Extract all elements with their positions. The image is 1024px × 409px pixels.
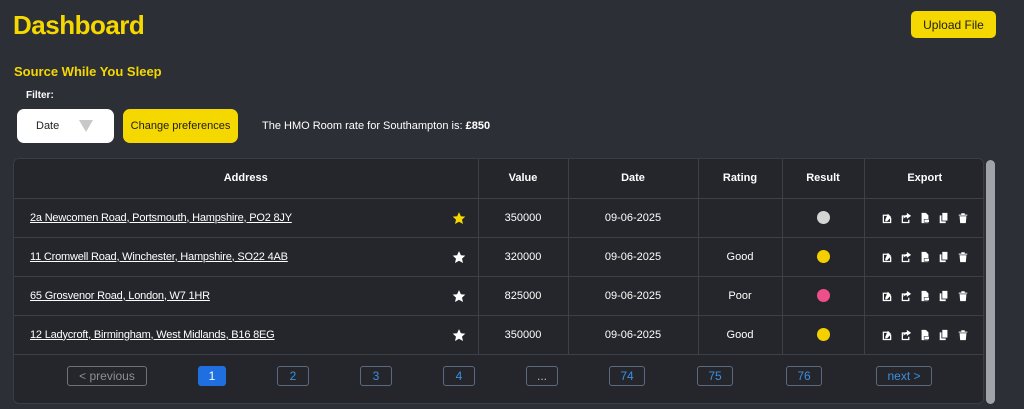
column-header-value: Value [478,159,569,199]
value-cell: 320000 [478,237,569,277]
page-button-1[interactable]: 1 [198,366,226,386]
share-icon[interactable] [900,212,912,224]
export-actions [865,212,984,224]
star-icon[interactable] [452,289,466,303]
export-cell [864,198,984,238]
column-header-date: Date [568,159,699,199]
page-button-76[interactable]: 76 [786,366,822,386]
trash-icon[interactable] [957,251,969,263]
properties-table-container: Address Value Date Rating Result Export … [13,158,984,404]
date-cell: 09-06-2025 [568,198,699,238]
hmo-rate-prefix: The HMO Room rate for Southampton is: [262,120,466,132]
value-cell: 825000 [478,276,569,316]
address-link[interactable]: 12 Ladycroft, Birmingham, West Midlands,… [30,329,275,341]
address-cell: 12 Ladycroft, Birmingham, West Midlands,… [14,315,479,355]
pdf-icon[interactable] [919,290,931,302]
section-title: Source While You Sleep [14,64,162,79]
table-header-row: Address Value Date Rating Result Export [14,159,983,199]
edit-icon[interactable] [881,212,893,224]
hmo-rate-text: The HMO Room rate for Southampton is: £8… [262,120,490,132]
date-cell: 09-06-2025 [568,237,699,277]
rating-cell [698,198,783,238]
address-link[interactable]: 11 Cromwell Road, Winchester, Hampshire,… [30,251,288,263]
trash-icon[interactable] [957,329,969,341]
result-indicator [816,328,830,341]
address-link[interactable]: 2a Newcomen Road, Portsmouth, Hampshire,… [30,212,292,224]
column-header-address: Address [14,159,479,199]
export-actions [865,251,984,263]
copy-icon[interactable] [938,251,950,263]
page-button-74[interactable]: 74 [609,366,645,386]
table-row: 11 Cromwell Road, Winchester, Hampshire,… [14,237,984,277]
rating-cell: Good [698,237,783,277]
hmo-rate-value: £850 [465,120,491,132]
filter-label: Filter: [26,90,54,101]
result-cell [782,276,865,316]
value-cell: 350000 [478,198,569,238]
column-header-rating: Rating [698,159,783,199]
export-cell [864,315,984,355]
trash-icon[interactable] [957,212,969,224]
previous-page-button[interactable]: < previous [67,366,147,386]
share-icon[interactable] [900,251,912,263]
star-icon[interactable] [452,328,466,342]
edit-icon[interactable] [881,329,893,341]
filter-selected-value: Date [36,120,60,132]
copy-icon[interactable] [938,290,950,302]
upload-file-button[interactable]: Upload File [911,11,996,38]
star-icon[interactable] [452,250,466,264]
address-cell: 2a Newcomen Road, Portsmouth, Hampshire,… [14,198,479,238]
column-header-result: Result [782,159,865,199]
result-cell [782,315,865,355]
table-row: 12 Ladycroft, Birmingham, West Midlands,… [14,315,984,355]
share-icon[interactable] [900,329,912,341]
rating-cell: Good [698,315,783,355]
edit-icon[interactable] [881,251,893,263]
rating-cell: Poor [698,276,783,316]
date-cell: 09-06-2025 [568,276,699,316]
export-cell [864,237,984,277]
star-filled-icon[interactable] [452,211,466,225]
result-cell [782,198,865,238]
edit-icon[interactable] [881,290,893,302]
page-button-75[interactable]: 75 [697,366,733,386]
pdf-icon[interactable] [919,329,931,341]
page-button-3[interactable]: 3 [360,366,392,386]
copy-icon[interactable] [938,212,950,224]
next-page-button[interactable]: next > [876,366,932,386]
pagination: < previous 1 2 3 4 ... 74 75 76 next > [14,355,983,395]
address-link[interactable]: 65 Grosvenor Road, London, W7 1HR [30,290,210,302]
properties-table: Address Value Date Rating Result Export … [14,159,984,355]
result-indicator [816,289,830,302]
export-actions [865,329,984,341]
chevron-down-icon [79,120,93,132]
change-preferences-button[interactable]: Change preferences [123,109,238,143]
share-icon[interactable] [900,290,912,302]
export-cell [864,276,984,316]
page-ellipsis[interactable]: ... [526,366,558,386]
export-actions [865,290,984,302]
result-cell [782,237,865,277]
pdf-icon[interactable] [919,251,931,263]
result-indicator [816,250,830,263]
address-cell: 65 Grosvenor Road, London, W7 1HR [14,276,479,316]
result-indicator [816,211,830,224]
value-cell: 350000 [478,315,569,355]
page-button-4[interactable]: 4 [443,366,475,386]
trash-icon[interactable] [957,290,969,302]
table-row: 2a Newcomen Road, Portsmouth, Hampshire,… [14,198,984,238]
vertical-scrollbar[interactable] [986,160,995,404]
pdf-icon[interactable] [919,212,931,224]
column-header-export: Export [864,159,983,199]
page-button-2[interactable]: 2 [277,366,309,386]
date-cell: 09-06-2025 [568,315,699,355]
page-title: Dashboard [13,10,145,40]
table-row: 65 Grosvenor Road, London, W7 1HR 825000… [14,276,984,316]
filter-dropdown[interactable]: Date [17,109,114,143]
copy-icon[interactable] [938,329,950,341]
address-cell: 11 Cromwell Road, Winchester, Hampshire,… [14,237,479,277]
